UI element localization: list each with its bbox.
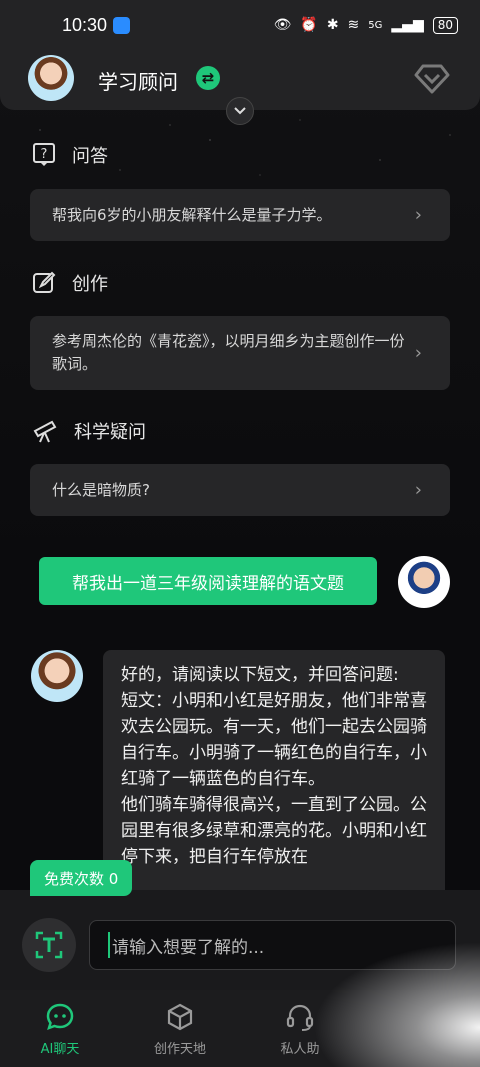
section-label: 创作 <box>72 274 108 295</box>
section-label: 问答 <box>72 146 108 167</box>
prompt-text: 什么是暗物质? <box>52 480 150 499</box>
input-placeholder: 请输入想要了解的... <box>112 937 265 958</box>
chevron-down-icon <box>234 107 246 115</box>
nav-item-creation[interactable]: 创作天地 <box>120 990 240 1067</box>
user-avatar[interactable] <box>398 556 450 608</box>
question-input[interactable]: 请输入想要了解的... <box>89 920 456 970</box>
bot-message-bubble: 好的，请阅读以下短文，并回答问题: 短文：小明和小红是好朋友，他们非常喜欢去公园… <box>103 650 445 920</box>
status-bar: 10:30 👁 ⏰ ✱ ≋ 5G ▂▄▆ 80 <box>0 0 480 50</box>
status-icons: 👁 ⏰ ✱ ≋ 5G ▂▄▆ 80 <box>273 16 458 34</box>
headset-icon <box>286 1004 314 1031</box>
cloud-app-icon <box>113 16 131 34</box>
cube-icon <box>167 1003 193 1031</box>
nav-item-more[interactable] <box>360 990 480 1067</box>
section-title-science: 科学疑问 <box>32 418 146 444</box>
chevron-right-icon: › <box>414 342 422 364</box>
text-caret <box>108 932 110 958</box>
collapse-button[interactable] <box>226 97 254 125</box>
section-title-create: 创作 <box>32 270 108 296</box>
status-time: 10:30 <box>62 14 108 35</box>
chevron-right-icon: › <box>414 204 422 226</box>
edit-icon <box>33 271 56 293</box>
input-bar: 请输入想要了解的... <box>0 890 480 990</box>
svg-text:?: ? <box>41 147 48 162</box>
nav-label: AI聊天 <box>40 1042 80 1057</box>
section-label: 科学疑问 <box>74 422 146 443</box>
diamond-icon[interactable] <box>414 64 450 94</box>
chevron-right-icon: › <box>414 479 422 501</box>
bot-message-line: 好的，请阅读以下短文，并回答问题: <box>121 665 399 685</box>
text-mode-button[interactable] <box>22 918 76 972</box>
prompt-card-qa[interactable]: 帮我向6岁的小朋友解释什么是量子力学。 › <box>30 189 450 241</box>
telescope-icon <box>33 420 57 443</box>
battery-level: 80 <box>432 16 458 34</box>
network-label: 5G <box>368 19 383 31</box>
wifi-icon: ≋ <box>347 17 360 33</box>
prompt-text: 帮我向6岁的小朋友解释什么是量子力学。 <box>52 205 332 224</box>
question-icon: ? <box>33 143 55 166</box>
signal-icon: ▂▄▆ <box>391 17 424 33</box>
bottom-nav: AI聊天 创作天地 私人助 <box>0 990 480 1067</box>
bot-message-line: 他们骑车骑得很高兴，一直到了公园。公园里有很多绿草和漂亮的花。小明和小红停下来，… <box>121 795 427 867</box>
bot-message-line: 短文：小明和小红是好朋友，他们非常喜欢去公园玩。有一天，他们一起去公园骑自行车。… <box>121 691 427 789</box>
user-message-text: 帮我出一道三年级阅读理解的语文题 <box>72 573 344 594</box>
eye-icon: 👁 <box>273 17 292 33</box>
nav-item-ai-chat[interactable]: AI聊天 <box>0 990 120 1067</box>
prompt-text: 参考周杰伦的《青花瓷》，以明月细乡为主题创作一份歌词。 <box>52 332 405 373</box>
nav-label: 创作天地 <box>153 1042 206 1057</box>
alarm-icon: ⏰ <box>300 17 318 33</box>
prompt-card-create[interactable]: 参考周杰伦的《青花瓷》，以明月细乡为主题创作一份歌词。 › <box>30 316 450 390</box>
text-mode-icon <box>35 931 63 959</box>
nav-item-assistant[interactable]: 私人助 <box>240 990 360 1067</box>
bluetooth-icon: ✱ <box>326 17 339 33</box>
section-title-qa: ? 问答 <box>32 142 108 168</box>
prompt-card-science[interactable]: 什么是暗物质? › <box>30 464 450 516</box>
page-title: 学习顾问 <box>98 70 178 94</box>
chat-icon <box>46 1003 74 1031</box>
advisor-avatar[interactable] <box>28 55 74 101</box>
switch-icon[interactable]: ⇄ <box>196 66 220 90</box>
user-message-bubble: 帮我出一道三年级阅读理解的语文题 <box>39 557 377 605</box>
free-count-badge: 免费次数 0 <box>30 860 133 896</box>
nav-label: 私人助 <box>280 1042 320 1057</box>
bot-avatar[interactable] <box>31 650 83 702</box>
